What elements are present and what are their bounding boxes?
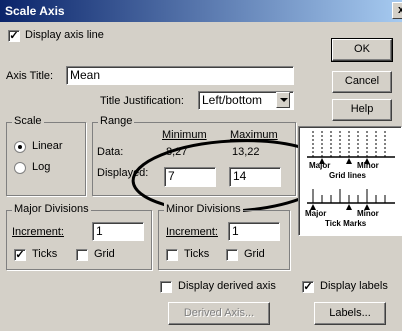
minor-increment-input[interactable]: 1 (228, 222, 280, 241)
scale-group (6, 122, 86, 196)
minor-ticks-checkbox[interactable] (166, 249, 178, 261)
minor-grid-checkbox[interactable] (226, 249, 238, 261)
cancel-button-label: Cancel (344, 75, 380, 87)
major-ticks-label: Ticks (32, 248, 58, 260)
title-bar[interactable]: Scale Axis x (0, 0, 402, 22)
ok-button-label: OK (354, 43, 370, 55)
checkmark-icon: ✓ (15, 249, 25, 261)
preview-grid-caption: Grid lines (329, 171, 366, 180)
display-labels-checkbox[interactable]: ✓ (302, 281, 314, 293)
display-axis-line-label: Display axis line (25, 29, 104, 41)
major-increment-label: Increment: (12, 226, 64, 238)
linear-radio[interactable] (14, 141, 26, 153)
linear-label: Linear (32, 140, 63, 152)
major-grid-label: Grid (94, 248, 115, 260)
display-axis-line-checkbox[interactable]: ✓ (8, 30, 20, 42)
minor-ticks-label: Ticks (184, 248, 210, 260)
title-justification-value: Left/bottom (202, 93, 263, 107)
preview-tick-caption: Tick Marks (325, 219, 367, 228)
preview-grid-major-label: Major (309, 161, 331, 170)
ok-button[interactable]: OK (331, 38, 393, 62)
data-label: Data: (97, 146, 124, 158)
log-label: Log (32, 161, 51, 173)
minor-divisions-label: Minor Divisions (164, 203, 243, 215)
axis-title-label: Axis Title: (6, 70, 54, 82)
checkmark-icon: ✓ (9, 30, 19, 42)
preview-tick-minor-label: Minor (357, 209, 379, 218)
major-increment-input[interactable]: 1 (92, 222, 144, 241)
window-title: Scale Axis (5, 4, 65, 18)
cancel-button[interactable]: Cancel (332, 71, 392, 93)
close-icon[interactable]: x (392, 2, 402, 19)
axis-preview: Major Minor Grid lines Major Minor Tick … (298, 126, 402, 236)
axis-title-input[interactable]: Mean (66, 66, 294, 85)
labels-button-label: Labels... (329, 307, 371, 319)
display-derived-axis-label: Display derived axis (178, 280, 276, 292)
labels-button[interactable]: Labels... (314, 302, 386, 325)
minor-increment-label: Increment: (166, 226, 218, 238)
preview-grid-minor-label: Minor (357, 161, 379, 170)
chevron-down-icon[interactable] (276, 92, 290, 108)
log-radio[interactable] (14, 162, 26, 174)
derived-axis-button-label: Derived Axis... (183, 307, 255, 319)
preview-tick-major-label: Major (305, 209, 327, 218)
display-derived-axis-checkbox[interactable] (160, 281, 172, 293)
major-grid-checkbox[interactable] (76, 249, 88, 261)
display-labels-label: Display labels (320, 280, 388, 292)
derived-axis-button[interactable]: Derived Axis... (168, 302, 270, 325)
major-divisions-label: Major Divisions (12, 203, 91, 215)
help-button-label: Help (350, 103, 374, 115)
range-group-label: Range (98, 115, 135, 127)
help-button[interactable]: Help (332, 99, 392, 121)
minor-grid-label: Grid (244, 248, 265, 260)
scale-group-label: Scale (12, 115, 44, 127)
scale-axis-dialog: Scale Axis x ✓ Display axis line Axis Ti… (0, 0, 402, 331)
major-ticks-checkbox[interactable]: ✓ (14, 249, 26, 261)
title-justification-label: Title Justification: (100, 95, 184, 107)
checkmark-icon: ✓ (303, 281, 313, 293)
